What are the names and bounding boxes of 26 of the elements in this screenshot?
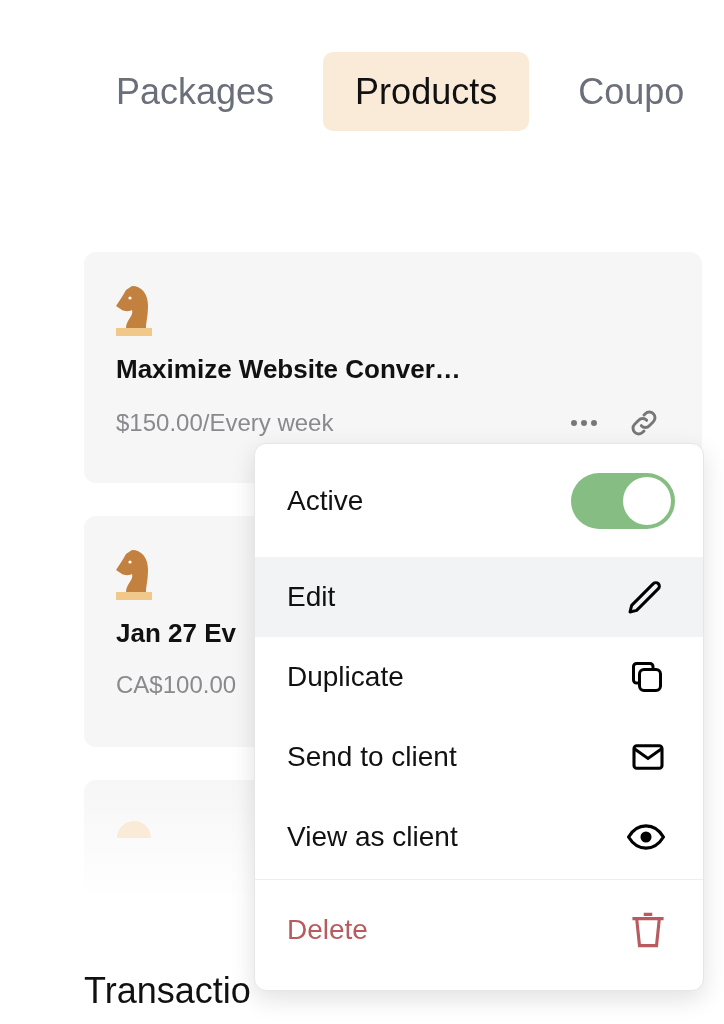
product-title: Jan 27 Ev: [116, 618, 237, 649]
chess-knight-icon: [116, 286, 154, 336]
menu-item[interactable]: Duplicate: [255, 637, 703, 717]
menu-item[interactable]: Delete: [255, 880, 703, 980]
more-icon[interactable]: [570, 419, 598, 427]
product-price: $150.00/Every week: [116, 409, 334, 437]
menu-item-label: Send to client: [287, 741, 457, 773]
menu-item[interactable]: Send to client: [255, 717, 703, 797]
tab[interactable]: Packages: [84, 52, 307, 131]
trash-icon: [631, 911, 665, 949]
chess-knight-icon: [116, 550, 154, 600]
tab[interactable]: Coupo: [546, 52, 717, 131]
menu-item-label: Duplicate: [287, 661, 404, 693]
menu-item[interactable]: Edit: [255, 557, 703, 637]
menu-item[interactable]: View as client: [255, 797, 703, 877]
menu-item-label: Edit: [287, 581, 336, 613]
copy-icon: [629, 659, 665, 695]
product-price: CA$100.00: [116, 671, 237, 699]
menu-item-label: Active: [287, 484, 364, 517]
menu-item-label: View as client: [287, 821, 458, 853]
envelope-icon: [631, 743, 665, 771]
product-title: Maximize Website Conver…: [116, 354, 462, 385]
eye-icon: [627, 824, 665, 850]
tab[interactable]: Products: [323, 52, 530, 131]
menu-item-label: Delete: [287, 914, 368, 946]
section-heading: Transactio: [84, 970, 252, 1012]
